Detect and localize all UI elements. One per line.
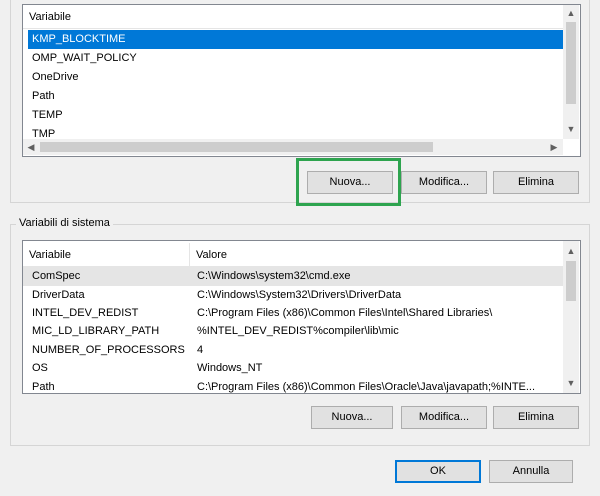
variable-value: C:\Program Files (x86)\Common Files\Orac…	[197, 381, 536, 393]
variable-value: 4	[197, 344, 204, 356]
user-variables-list[interactable]: Variabile KMP_BLOCKTIME OMP_WAIT_POLICY …	[22, 4, 581, 157]
column-header-value[interactable]: Valore	[190, 243, 563, 267]
variable-name: DriverData	[32, 289, 85, 301]
vertical-scrollbar[interactable]: ▲ ▼	[563, 241, 579, 393]
list-item[interactable]: KMP_BLOCKTIME	[28, 30, 564, 49]
edit-system-variable-button[interactable]: Modifica...	[401, 406, 487, 429]
table-row[interactable]: MIC_LD_LIBRARY_PATH %INTEL_DEV_REDIST%co…	[23, 322, 563, 341]
variable-name: OneDrive	[32, 71, 79, 83]
list-item[interactable]: OneDrive	[28, 68, 564, 87]
new-system-variable-button[interactable]: Nuova...	[311, 406, 393, 429]
table-row[interactable]: OS Windows_NT	[23, 359, 563, 378]
scroll-down-icon[interactable]: ▼	[563, 375, 579, 391]
table-row[interactable]: DriverData C:\Windows\System32\Drivers\D…	[23, 286, 563, 305]
list-item[interactable]: TEMP	[28, 106, 564, 125]
variable-name: TEMP	[32, 109, 63, 121]
variable-value: Windows_NT	[197, 362, 263, 374]
table-row[interactable]: Path C:\Program Files (x86)\Common Files…	[23, 378, 563, 393]
table-row[interactable]: ComSpec C:\Windows\system32\cmd.exe	[23, 267, 563, 286]
variable-name: MIC_LD_LIBRARY_PATH	[32, 325, 160, 337]
variable-value: %INTEL_DEV_REDIST%compiler\lib\mic	[197, 325, 399, 337]
column-header-variable[interactable]: Variabile	[23, 5, 563, 29]
horizontal-scrollbar[interactable]: ◀ ▶	[23, 139, 563, 155]
system-variables-list[interactable]: Variabile Valore ComSpec C:\Windows\syst…	[22, 240, 581, 394]
scrollbar-thumb[interactable]	[40, 142, 433, 152]
table-row[interactable]: NUMBER_OF_PROCESSORS 4	[23, 341, 563, 360]
scrollbar-thumb[interactable]	[566, 22, 576, 104]
edit-user-variable-button[interactable]: Modifica...	[401, 171, 487, 194]
scroll-up-icon[interactable]: ▲	[563, 243, 579, 259]
delete-user-variable-button[interactable]: Elimina	[493, 171, 579, 194]
column-header-variable[interactable]: Variabile	[23, 243, 190, 267]
new-user-variable-button[interactable]: Nuova...	[307, 171, 393, 194]
variable-name: ComSpec	[32, 270, 81, 282]
variable-name: Path	[32, 90, 55, 102]
variable-name: INTEL_DEV_REDIST	[32, 307, 139, 319]
scroll-right-icon[interactable]: ▶	[546, 139, 562, 155]
variable-name: KMP_BLOCKTIME	[32, 33, 126, 45]
variable-value: C:\Windows\System32\Drivers\DriverData	[197, 289, 402, 301]
variable-name: OMP_WAIT_POLICY	[32, 52, 137, 64]
variable-value: C:\Program Files (x86)\Common Files\Inte…	[197, 307, 493, 319]
variable-value: C:\Windows\system32\cmd.exe	[197, 270, 351, 282]
list-item[interactable]: OMP_WAIT_POLICY	[28, 49, 564, 68]
system-variables-label: Variabili di sistema	[16, 217, 113, 229]
scroll-down-icon[interactable]: ▼	[563, 121, 579, 137]
variable-name: OS	[32, 362, 48, 374]
cancel-button[interactable]: Annulla	[489, 460, 573, 483]
scrollbar-thumb[interactable]	[566, 261, 576, 301]
list-item[interactable]: Path	[28, 87, 564, 106]
scroll-left-icon[interactable]: ◀	[23, 139, 39, 155]
scroll-up-icon[interactable]: ▲	[563, 5, 579, 21]
ok-button[interactable]: OK	[395, 460, 481, 483]
variable-name: Path	[32, 381, 55, 393]
delete-system-variable-button[interactable]: Elimina	[493, 406, 579, 429]
variable-name: NUMBER_OF_PROCESSORS	[32, 344, 185, 356]
table-row[interactable]: INTEL_DEV_REDIST C:\Program Files (x86)\…	[23, 304, 563, 323]
vertical-scrollbar[interactable]: ▲ ▼	[563, 5, 579, 139]
